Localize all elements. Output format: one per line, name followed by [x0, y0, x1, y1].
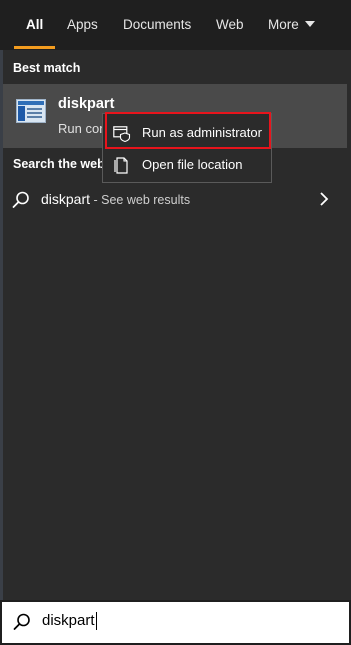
- tab-documents[interactable]: Documents: [123, 0, 191, 50]
- search-tab-bar: All Apps Documents Web More: [0, 0, 351, 50]
- tab-all[interactable]: All: [26, 0, 43, 50]
- tab-web[interactable]: Web: [216, 0, 244, 50]
- web-result-text: diskpart - See web results: [41, 191, 190, 207]
- tab-more[interactable]: More: [268, 0, 315, 50]
- text-cursor: [95, 612, 97, 631]
- web-query: diskpart: [41, 191, 91, 207]
- search-icon: [12, 191, 29, 208]
- diskpart-app-icon: [16, 99, 46, 123]
- chevron-right-icon[interactable]: [319, 191, 329, 207]
- chevron-down-icon: [304, 21, 315, 28]
- search-input-value: diskpart: [42, 612, 95, 629]
- tab-more-label: More: [268, 17, 299, 32]
- search-input[interactable]: diskpart: [42, 612, 97, 631]
- search-box[interactable]: diskpart: [0, 600, 351, 645]
- search-the-web-heading: Search the web: [13, 157, 105, 171]
- menu-item-open-file-location[interactable]: Open file location: [104, 150, 270, 180]
- shield-run-icon: [113, 126, 131, 142]
- web-result-suffix: - See web results: [90, 193, 191, 207]
- menu-item-label: Open file location: [142, 157, 243, 172]
- best-match-subtitle: Run command: [58, 121, 106, 136]
- menu-item-label: Run as administrator: [142, 125, 262, 140]
- web-result-row[interactable]: diskpart - See web results: [3, 183, 347, 217]
- context-menu: Run as administrator Open file location: [102, 113, 272, 183]
- start-search-panel: All Apps Documents Web More Best match d…: [0, 0, 351, 645]
- best-match-title: diskpart: [58, 96, 115, 112]
- tab-apps[interactable]: Apps: [67, 0, 98, 50]
- file-location-icon: [114, 157, 128, 174]
- menu-item-run-as-administrator[interactable]: Run as administrator: [104, 118, 270, 148]
- active-tab-indicator: [14, 46, 55, 49]
- best-match-heading: Best match: [13, 61, 81, 75]
- search-icon: [13, 613, 30, 630]
